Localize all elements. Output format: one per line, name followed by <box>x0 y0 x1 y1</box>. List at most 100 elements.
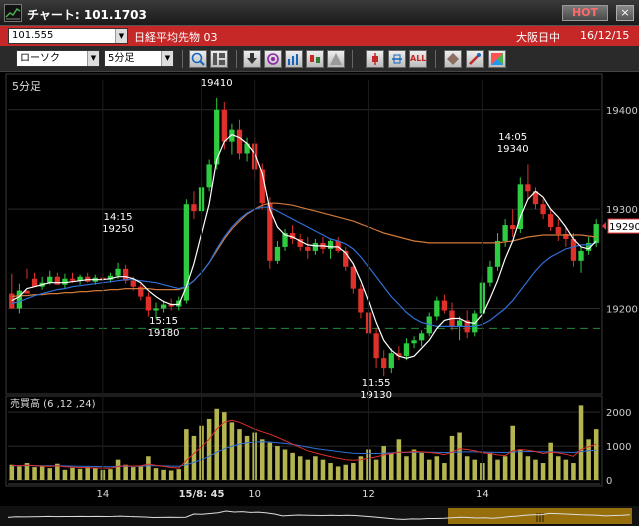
zoom-icon[interactable] <box>189 50 207 68</box>
close-button[interactable]: × <box>616 5 634 21</box>
candle-body <box>555 227 561 234</box>
candle-body <box>494 240 501 267</box>
volume-bar <box>191 435 197 480</box>
volume-bar <box>115 459 121 480</box>
price-tick-label: 19200 <box>606 305 638 316</box>
compare-icon[interactable] <box>306 50 324 68</box>
volume-bar <box>426 459 432 480</box>
annotation-time: 14:15 <box>104 212 133 223</box>
volume-bar <box>381 446 386 480</box>
indicator-icon[interactable] <box>285 50 303 68</box>
volume-bar <box>168 470 174 480</box>
pattern-icon[interactable] <box>444 50 462 68</box>
candle-body <box>381 358 387 369</box>
volume-bar <box>123 464 128 480</box>
time-tick-label: 14 <box>476 489 489 500</box>
candle-body <box>31 278 38 287</box>
line-icon[interactable] <box>366 50 384 68</box>
volume-bar <box>540 463 546 480</box>
candle-body <box>335 240 341 251</box>
volume-bar <box>518 449 523 480</box>
volume-bar <box>32 467 37 480</box>
moving-average-short-line <box>11 133 597 359</box>
color-icon[interactable] <box>488 50 506 68</box>
volume-panel-label: 売買高 (6 ,12 ,24) <box>10 397 96 410</box>
candle-body <box>130 280 136 287</box>
annotation-time: 14:05 <box>498 132 527 143</box>
chevron-down-icon[interactable]: ▼ <box>115 29 127 43</box>
volume-bar <box>214 408 219 480</box>
chart-area: 19200 19300 19400 5分足 14:15 19250 15:15 19180 19… <box>0 72 639 526</box>
hot-button[interactable]: HOT <box>562 5 608 21</box>
alert-icon[interactable] <box>327 50 345 68</box>
volume-bar <box>176 469 182 480</box>
candle-body <box>221 109 227 142</box>
band-icon[interactable] <box>388 50 406 68</box>
chart-type-select[interactable]: ローソク ▼ <box>16 50 100 67</box>
volume-bar <box>282 449 288 480</box>
layout-icon[interactable] <box>210 50 228 68</box>
volume-bar <box>267 442 273 480</box>
chart-type-value: ローソク <box>20 53 60 64</box>
volume-bar <box>85 467 90 480</box>
volume-bar <box>563 459 569 480</box>
instrument-name: 日経平均先物 03 <box>134 31 218 44</box>
candle-body <box>267 203 273 261</box>
candle-body <box>373 333 379 359</box>
chevron-down-icon[interactable]: ▼ <box>87 51 99 66</box>
chevron-down-icon[interactable]: ▼ <box>161 51 173 66</box>
volume-bar <box>184 429 189 480</box>
candle-body <box>54 276 60 285</box>
window-title: チャート: 101.1703 <box>27 8 147 22</box>
candle-body <box>191 204 197 212</box>
candle-body <box>312 242 319 251</box>
candle-body <box>593 224 599 243</box>
volume-bar <box>487 452 493 480</box>
volume-average-long-line <box>11 441 597 468</box>
volume-bar <box>70 467 75 480</box>
volume-bar <box>457 432 462 480</box>
candle-body <box>540 204 546 215</box>
volume-bar <box>442 463 447 480</box>
candle-body <box>358 288 364 313</box>
volume-bar <box>146 456 151 480</box>
volume-bar <box>259 439 265 480</box>
candle-body <box>510 225 516 230</box>
volume-bar <box>593 429 599 480</box>
candle-body <box>327 240 334 249</box>
interval-value: 5分足 <box>108 53 135 64</box>
time-tick-label: 15/8: 45 <box>179 489 225 500</box>
volume-bar <box>404 456 409 480</box>
price-tick-label: 19400 <box>606 106 638 117</box>
chart-interval-label: 5分足 <box>12 80 41 93</box>
market-name: 大阪日中 <box>516 31 560 44</box>
volume-bar <box>396 439 402 480</box>
volume-bar <box>62 469 68 480</box>
interval-select[interactable]: 5分足 ▼ <box>104 50 174 67</box>
volume-bar <box>138 466 144 480</box>
chart-app-icon <box>4 4 22 22</box>
chart-svg[interactable]: 19200 19300 19400 5分足 14:1519250 15:1519180 19… <box>0 72 639 526</box>
tools-icon[interactable] <box>466 50 484 68</box>
volume-bar <box>305 459 311 480</box>
title-bar: チャート: 101.1703 HOT × <box>0 0 639 26</box>
candle-body <box>578 250 584 261</box>
all-icon[interactable]: ALL <box>409 50 427 68</box>
volume-bar <box>449 435 455 480</box>
symbol-code-select[interactable]: 101.555 ▼ <box>8 28 128 44</box>
search-chart-icon[interactable] <box>264 50 282 68</box>
candle-body <box>434 300 440 317</box>
volume-bar <box>153 468 159 480</box>
volume-bar <box>206 418 212 480</box>
annotation-price: 19130 <box>360 390 392 401</box>
candle-body <box>236 129 243 154</box>
toolbar-divider <box>182 50 183 68</box>
annotation-time: 11:55 <box>362 378 391 389</box>
download-icon[interactable] <box>243 50 261 68</box>
time-tick-label: 14 <box>97 489 110 500</box>
volume-bar <box>502 456 508 480</box>
volume-bar <box>555 456 561 480</box>
volume-tick-label: 0 <box>606 476 612 487</box>
annotation-price: 19180 <box>148 328 180 339</box>
volume-bar <box>533 459 538 480</box>
